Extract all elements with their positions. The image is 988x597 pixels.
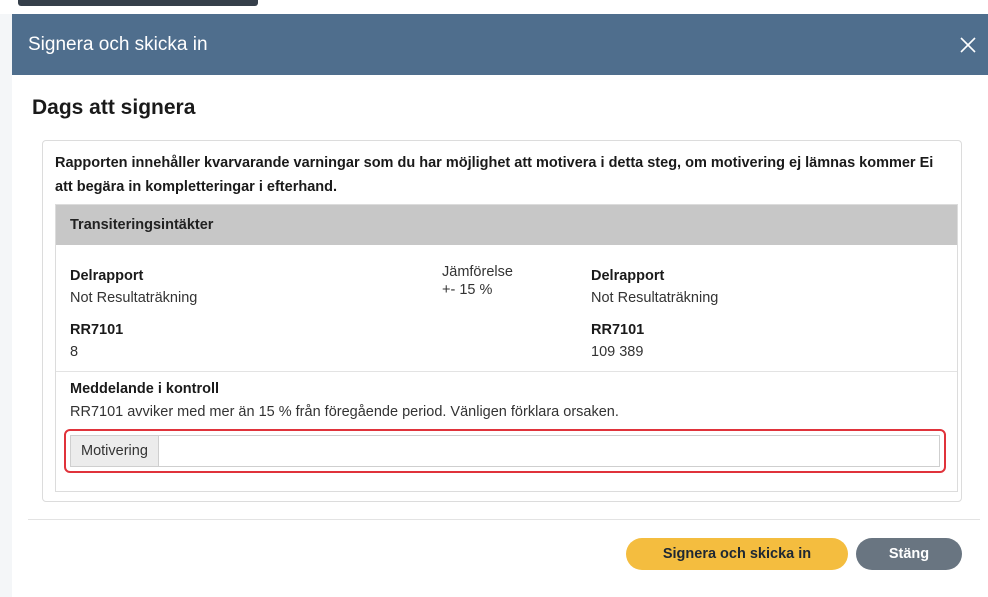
footer-divider [28,519,980,520]
left-code-value: 8 [70,344,79,360]
left-report-block: Delrapport Not Resultaträkning [70,267,197,308]
warning-intro: Rapporten innehåller kvarvarande varning… [55,155,934,195]
motivation-input[interactable] [157,435,940,467]
left-report-value: Not Resultaträkning [70,290,198,306]
close-dialog-button[interactable] [948,25,988,65]
right-report-label: Delrapport [591,268,665,284]
right-code-block: RR7101 109 389 [591,321,644,362]
right-report-value: Not Resultaträkning [591,290,719,306]
dialog-title: Signera och skicka in [28,33,208,55]
message-text: RR7101 avviker med mer än 15 % från före… [70,404,619,420]
left-code-label: RR7101 [70,322,124,338]
category-divider [56,371,957,372]
category-header: Transiteringsintäkter [56,205,957,245]
motivation-field-group: Motivering [64,429,946,473]
right-report-block: Delrapport Not Resultaträkning [591,267,718,308]
right-code-label: RR7101 [591,322,645,338]
sign-and-submit-button[interactable]: Signera och skicka in [626,538,848,570]
comparison-value: +- 15 % [442,282,493,298]
message-title: Meddelande i kontroll [70,381,220,397]
section-heading: Dags att signera [32,96,196,119]
close-button[interactable]: Stäng [856,538,962,570]
left-report-label: Delrapport [70,268,144,284]
comparison-label: Jämförelse [442,264,513,280]
sign-dialog: Signera och skicka in Dags att signera R… [12,14,988,597]
left-code-block: RR7101 8 [70,321,123,362]
background-page-title [18,0,258,6]
dialog-header: Signera och skicka in [12,14,988,75]
warning-card: Rapporten innehåller kvarvarande varning… [42,140,962,502]
warning-category-box: Transiteringsintäkter Delrapport Not Res… [55,204,958,492]
background-page [0,0,988,14]
close-icon [960,36,976,53]
comparison-block: Jämförelse +- 15 % [442,264,513,299]
right-code-value: 109 389 [591,344,644,360]
motivation-label: Motivering [70,435,158,467]
